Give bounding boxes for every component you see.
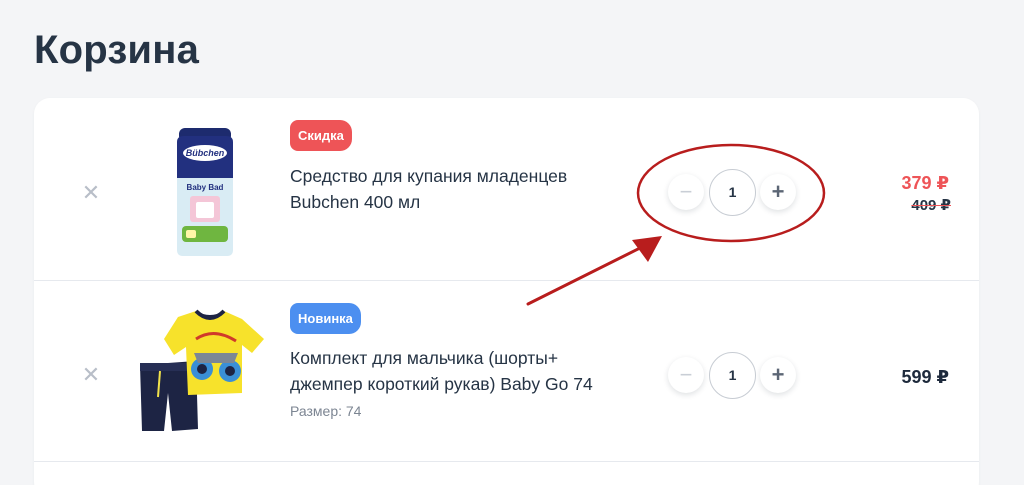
kids-clothing-set-icon[interactable]	[138, 309, 266, 433]
cart-item: ✕ Новинка Комплект для мальчика (шорты+ …	[34, 281, 979, 462]
product-name-line: Bubchen 400 мл	[290, 192, 421, 212]
quantity-increase-button[interactable]: +	[760, 174, 796, 210]
page-title: Корзина	[34, 28, 200, 72]
new-badge: Новинка	[290, 303, 361, 334]
quantity-decrease-button[interactable]: −	[668, 357, 704, 393]
product-name-line: джемпер короткий рукав) Baby Go 74	[290, 374, 593, 394]
quantity-increase-button[interactable]: +	[760, 357, 796, 393]
sale-badge: Скидка	[290, 120, 352, 151]
product-name-link[interactable]: Комплект для мальчика (шорты+ джемпер ко…	[290, 345, 650, 397]
baby-bath-bottle-icon[interactable]: Bübchen Baby Bad	[172, 126, 238, 258]
product-size: Размер: 74	[290, 403, 362, 419]
discount-price: 379 ₽	[901, 173, 949, 193]
product-name-line: Комплект для мальчика (шорты+	[290, 348, 559, 368]
product-name-line: Средство для купания младенцев	[290, 166, 568, 186]
brand-logo: Bübchen	[186, 148, 225, 158]
quantity-input[interactable]: 1	[709, 352, 756, 399]
old-price: 409 ₽	[911, 197, 951, 214]
remove-item-button[interactable]: ✕	[80, 364, 102, 386]
quantity-input[interactable]: 1	[709, 169, 756, 216]
quantity-decrease-button[interactable]: −	[668, 174, 704, 210]
cart-list: ✕ Bübchen Baby Bad Скидка Средство для к…	[34, 98, 979, 485]
item-price: 599 ₽	[901, 367, 949, 387]
remove-item-button[interactable]: ✕	[80, 182, 102, 204]
product-name-link[interactable]: Средство для купания младенцев Bubchen 4…	[290, 163, 650, 215]
bottle-label: Baby Bad	[187, 183, 224, 192]
cart-item: ✕ Bübchen Baby Bad Скидка Средство для к…	[34, 98, 979, 281]
